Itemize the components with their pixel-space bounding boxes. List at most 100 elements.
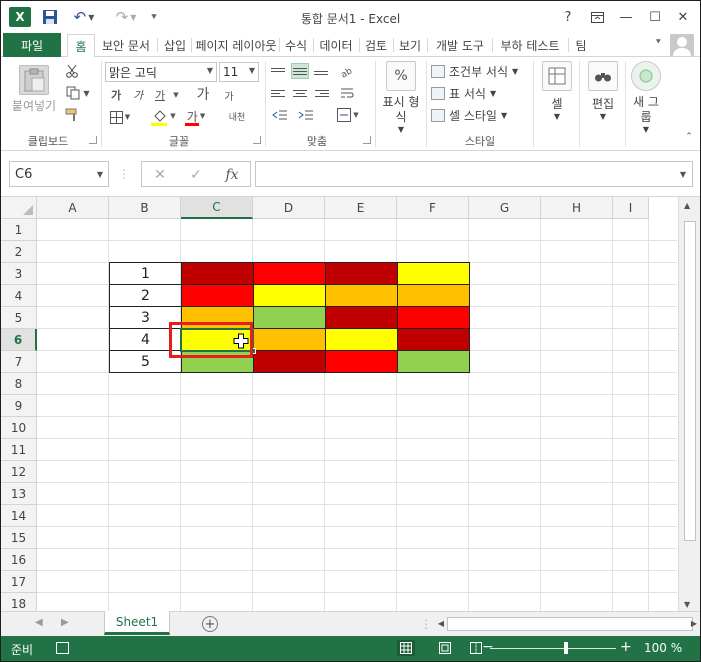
zoom-out-button[interactable]: −: [482, 639, 494, 655]
paste-button[interactable]: 붙여넣기: [9, 97, 59, 113]
column-header-c[interactable]: C: [181, 197, 253, 219]
font-name-combo[interactable]: 맑은 고딕 ▼: [105, 62, 217, 82]
italic-button[interactable]: 가: [129, 87, 147, 103]
row-header-5[interactable]: 5: [1, 307, 37, 329]
colored-cell[interactable]: [397, 328, 470, 351]
colored-cell[interactable]: [253, 350, 326, 373]
alignment-launcher-icon[interactable]: [363, 136, 371, 144]
row-header-8[interactable]: 8: [1, 373, 37, 395]
tab-split-handle-icon[interactable]: ⋮: [420, 616, 432, 632]
column-header-h[interactable]: H: [541, 197, 613, 219]
grow-font-button[interactable]: 가: [195, 85, 211, 103]
zoom-in-button[interactable]: +: [620, 639, 632, 655]
column-header-i[interactable]: I: [613, 197, 649, 219]
ribbon-display-button[interactable]: [583, 6, 611, 28]
colored-cell[interactable]: [325, 350, 398, 373]
decrease-indent-icon[interactable]: [269, 107, 291, 123]
colored-cell[interactable]: [181, 284, 254, 307]
tab-developer[interactable]: 개발 도구: [431, 33, 489, 57]
row-header-2[interactable]: 2: [1, 241, 37, 263]
column-header-f[interactable]: F: [397, 197, 469, 219]
next-sheet-icon[interactable]: ▶: [61, 617, 69, 628]
tab-page-layout[interactable]: 페이지 레이아웃: [195, 33, 277, 57]
align-bottom-icon[interactable]: [314, 63, 332, 79]
collapse-ribbon-caret-icon[interactable]: ⌃: [683, 131, 695, 143]
bold-button[interactable]: 가: [107, 87, 125, 103]
column-header-g[interactable]: G: [469, 197, 541, 219]
colored-cell[interactable]: [397, 350, 470, 373]
tab-formulas[interactable]: 수식: [282, 33, 310, 57]
font-size-combo[interactable]: 11 ▼: [219, 62, 259, 82]
row-header-1[interactable]: 1: [1, 219, 37, 241]
align-right-icon[interactable]: [315, 85, 333, 101]
colored-cell[interactable]: [397, 262, 470, 285]
cancel-entry-button[interactable]: ✕: [148, 166, 172, 184]
colored-cell[interactable]: [325, 306, 398, 329]
shrink-font-button[interactable]: 가: [221, 87, 237, 103]
scroll-up-icon[interactable]: ▲: [684, 201, 690, 210]
align-middle-icon[interactable]: [291, 63, 309, 79]
tab-view[interactable]: 보기: [396, 33, 424, 57]
new-group-button[interactable]: 새 그룹 ▼: [629, 61, 663, 134]
tab-file[interactable]: 파일: [3, 33, 61, 57]
colored-cell[interactable]: [253, 306, 326, 329]
align-top-icon[interactable]: [271, 63, 289, 79]
orientation-icon[interactable]: ab: [337, 61, 357, 81]
align-center-icon[interactable]: [293, 85, 311, 101]
colored-cell[interactable]: [181, 262, 254, 285]
cell-styles-button[interactable]: 셀 스타일 ▼: [431, 106, 507, 124]
row-header-18[interactable]: 18: [1, 593, 37, 611]
sheet-tab-sheet1[interactable]: Sheet1: [104, 611, 170, 635]
tab-protected-docs[interactable]: 보안 문서: [98, 33, 154, 57]
row-header-4[interactable]: 4: [1, 285, 37, 307]
row-header-10[interactable]: 10: [1, 417, 37, 439]
close-button[interactable]: ✕: [669, 6, 697, 28]
conditional-formatting-button[interactable]: 조건부 서식 ▼: [431, 62, 518, 80]
horizontal-scrollbar[interactable]: [447, 617, 693, 631]
minimize-button[interactable]: —: [612, 6, 640, 28]
column-header-d[interactable]: D: [253, 197, 325, 219]
tab-load-test[interactable]: 부하 테스트: [495, 33, 565, 57]
format-painter-icon[interactable]: [64, 107, 80, 123]
underline-button[interactable]: 가: [151, 87, 169, 103]
row-header-16[interactable]: 16: [1, 549, 37, 571]
add-sheet-button[interactable]: +: [202, 616, 218, 632]
row-header-13[interactable]: 13: [1, 483, 37, 505]
colored-cell[interactable]: [253, 328, 326, 351]
prev-sheet-icon[interactable]: ◀: [35, 617, 43, 628]
insert-function-button[interactable]: fx: [220, 166, 244, 184]
paste-icon[interactable]: [19, 65, 49, 95]
label-cell[interactable]: 2: [109, 284, 182, 307]
zoom-slider-thumb[interactable]: [564, 642, 568, 654]
row-header-7[interactable]: 7: [1, 351, 37, 373]
zoom-slider[interactable]: [490, 648, 616, 649]
column-header-a[interactable]: A: [37, 197, 109, 219]
scroll-right-icon[interactable]: ▶: [690, 618, 698, 628]
macro-record-icon[interactable]: [56, 642, 69, 654]
zoom-level[interactable]: 100 %: [644, 641, 682, 655]
tab-team[interactable]: 팀: [572, 33, 590, 57]
clipboard-launcher-icon[interactable]: [89, 136, 97, 144]
row-header-14[interactable]: 14: [1, 505, 37, 527]
collapse-ribbon-icon[interactable]: ⯆: [655, 38, 662, 48]
select-all-button[interactable]: [1, 197, 37, 219]
copy-icon[interactable]: ▼: [64, 85, 92, 101]
colored-cell[interactable]: [397, 284, 470, 307]
cut-icon[interactable]: [64, 63, 80, 79]
phonetic-guide-button[interactable]: 내천: [225, 107, 249, 125]
number-format-button[interactable]: % 표시 형식 ▼: [379, 61, 423, 134]
colored-cell[interactable]: [253, 284, 326, 307]
colored-cell[interactable]: [253, 262, 326, 285]
vertical-scroll-thumb[interactable]: [684, 221, 696, 541]
confirm-entry-button[interactable]: ✓: [184, 166, 208, 184]
column-header-b[interactable]: B: [109, 197, 181, 219]
editing-button[interactable]: 편집 ▼: [585, 61, 621, 121]
row-header-9[interactable]: 9: [1, 395, 37, 417]
tab-review[interactable]: 검토: [362, 33, 390, 57]
colored-cell[interactable]: [325, 328, 398, 351]
cells-button[interactable]: 셀 ▼: [539, 61, 575, 121]
row-header-15[interactable]: 15: [1, 527, 37, 549]
wrap-text-icon[interactable]: [337, 85, 357, 101]
formula-bar-dots-icon[interactable]: ⋮: [118, 165, 130, 183]
row-header-3[interactable]: 3: [1, 263, 37, 285]
